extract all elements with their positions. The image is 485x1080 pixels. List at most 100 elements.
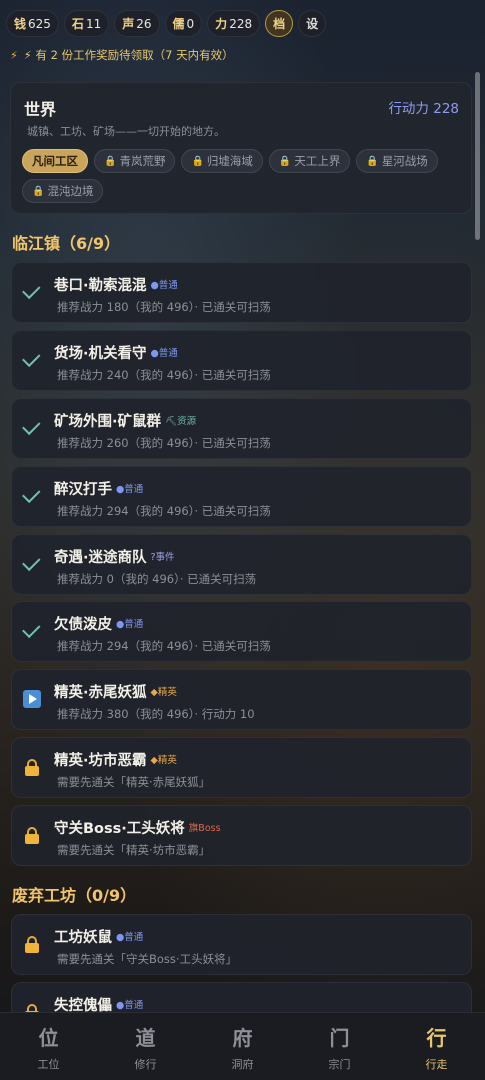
stage-name: 巷口·勒索混混: [54, 278, 147, 294]
stage-row[interactable]: 货场·机关看守 ●普通 推荐战力 240（我的 496）· 已通关可扫荡: [11, 330, 472, 391]
region-tab-qinglan[interactable]: 🔒 青岚荒野: [94, 149, 176, 173]
stage-info: 需要先通关「精英·赤尾妖狐」: [57, 775, 211, 789]
settings-button[interactable]: 设: [298, 10, 327, 37]
check-icon: [21, 484, 43, 508]
nav-sect[interactable]: 门 宗门: [291, 1013, 388, 1080]
stage-row[interactable]: 矿场外围·矿鼠群 ⛏资源 推荐战力 260（我的 496）· 已通关可扫荡: [11, 398, 472, 459]
nav-glyph: 行: [426, 1025, 447, 1050]
lock-icon: 🔒: [278, 155, 292, 167]
stage-row[interactable]: 巷口·勒索混混 ●普通 推荐战力 180（我的 496）· 已通关可扫荡: [11, 262, 472, 323]
resource-ru-key: 儒: [172, 17, 185, 31]
resource-fame-key: 声: [122, 17, 135, 31]
stage-name: 醉汉打手: [54, 482, 112, 498]
stage-badge: 旗Boss: [188, 823, 221, 834]
stage-row[interactable]: 醉汉打手 ●普通 推荐战力 294（我的 496）· 已通关可扫荡: [11, 466, 472, 527]
resource-power-key: 力: [215, 17, 228, 31]
nav-label: 行走: [425, 1057, 448, 1071]
stage-badge: ⛏资源: [165, 416, 197, 427]
resource-money-value: 625: [28, 16, 51, 31]
section-title: 废弃工坊（0/9）: [12, 886, 137, 905]
resource-power[interactable]: 力 228: [207, 10, 261, 37]
nav-glyph: 府: [232, 1025, 253, 1050]
check-icon: [21, 619, 43, 643]
resource-bar: 钱 625 石 11 声 26 儒0 力 228 档 设: [6, 10, 479, 38]
resource-ru[interactable]: 儒0: [164, 10, 203, 37]
region-tab-label: 归墟海域: [206, 154, 253, 168]
lock-icon: [21, 823, 43, 847]
stage-name: 守关Boss·工头妖将: [54, 821, 185, 837]
region-tabs: 凡间工区 🔒 青岚荒野 🔒 归墟海域 🔒 天工上界 🔒 星河战场 🔒 混沌边境: [22, 149, 451, 203]
bottom-nav: 位 工位 道 修行 府 洞府 门 宗门 行 行走: [0, 1012, 485, 1080]
stage-badge: ◆精英: [150, 755, 177, 766]
region-tab-xinghe[interactable]: 🔒 星河战场: [356, 149, 438, 173]
reward-notice[interactable]: ⚡ ⚡ 有 2 份工作奖励待领取（7 天内有效）: [10, 47, 234, 63]
stage-badge: ●普通: [150, 348, 178, 359]
stage-name: 欠债泼皮: [54, 617, 112, 633]
region-tab-mortal-work[interactable]: 凡间工区: [22, 149, 88, 173]
stage-info: 推荐战力 180（我的 496）· 已通关可扫荡: [57, 300, 271, 314]
resource-money[interactable]: 钱 625: [6, 10, 59, 37]
stage-badge: ●普通: [116, 484, 144, 495]
stage-row[interactable]: 精英·赤尾妖狐 ◆精英 推荐战力 380（我的 496）· 行动力 10: [11, 669, 472, 730]
region-tab-tiangong[interactable]: 🔒 天工上界: [268, 149, 351, 173]
archive-label: 档: [273, 17, 286, 31]
resource-fame[interactable]: 声 26: [114, 10, 160, 37]
lock-icon: 🔒: [104, 155, 117, 167]
stage-select-screen: 钱 625 石 11 声 26 儒0 力 228 档 设 ⚡ ⚡ 有 2 份工作奖励待领…: [0, 0, 485, 1080]
reward-notice-text: ⚡ 有 2 份工作奖励待领取（7 天内有效）: [23, 48, 234, 62]
stage-name: 精英·坊市恶霸: [54, 753, 147, 769]
nav-cultivation[interactable]: 道 修行: [97, 1013, 194, 1080]
stage-info: 推荐战力 294（我的 496）· 已通关可扫荡: [57, 504, 271, 518]
nav-glyph: 位: [38, 1025, 59, 1050]
region-tab-hundun[interactable]: 🔒 混沌边境: [22, 179, 104, 203]
stage-badge: ◆精英: [150, 687, 177, 698]
stage-name: 矿场外围·矿鼠群: [54, 414, 162, 430]
stage-info: 需要先通关「精英·坊市恶霸」: [57, 843, 211, 857]
resource-fame-value: 26: [136, 16, 152, 31]
nav-label: 洞府: [231, 1057, 254, 1071]
world-title: 世界: [24, 100, 57, 119]
lock-icon: 🔒: [366, 155, 379, 167]
nav-label: 修行: [134, 1057, 157, 1071]
resource-ru-value: 0: [186, 16, 195, 31]
world-card: 世界 行动力 228 城镇、工坊、矿场——一切开始的地方。 凡间工区 🔒 青岚荒野…: [10, 82, 472, 214]
world-description: 城镇、工坊、矿场——一切开始的地方。: [27, 125, 225, 138]
settings-label: 设: [306, 17, 319, 31]
stage-row[interactable]: 奇遇·迷途商队 ?事件 推荐战力 0（我的 496）· 已通关可扫荡: [11, 534, 472, 595]
nav-label: 宗门: [328, 1057, 351, 1071]
stage-info: 推荐战力 380（我的 496）· 行动力 10: [57, 707, 255, 721]
stage-info: 推荐战力 240（我的 496）· 已通关可扫荡: [57, 368, 271, 382]
resource-stone[interactable]: 石 11: [63, 10, 110, 37]
region-tab-label: 凡间工区: [32, 154, 78, 168]
stage-name: 工坊妖鼠: [54, 930, 112, 946]
check-icon: [21, 552, 43, 576]
nav-label: 工位: [37, 1057, 60, 1071]
stage-row[interactable]: 欠债泼皮 ●普通 推荐战力 294（我的 496）· 已通关可扫荡: [11, 601, 472, 662]
check-icon: [21, 280, 43, 304]
lock-icon: 🔒: [32, 185, 45, 197]
stage-row[interactable]: 精英·坊市恶霸 ◆精英 需要先通关「精英·赤尾妖狐」: [11, 737, 472, 798]
stage-badge: ●普通: [150, 280, 178, 291]
scrollbar[interactable]: [475, 72, 480, 240]
stage-row[interactable]: 工坊妖鼠 ●普通 需要先通关「守关Boss·工头妖将」: [11, 914, 472, 975]
region-tab-label: 混沌边境: [47, 184, 94, 198]
check-icon: [21, 348, 43, 372]
lock-icon: [21, 755, 43, 779]
region-tab-guixu[interactable]: 🔒 归墟海域: [181, 149, 263, 173]
lightning-icon: ⚡: [10, 48, 18, 62]
stage-name: 精英·赤尾妖狐: [54, 685, 147, 701]
archive-button[interactable]: 档: [265, 10, 294, 37]
play-icon: [21, 687, 43, 711]
nav-travel[interactable]: 行 行走: [388, 1013, 485, 1080]
region-tab-label: 天工上界: [294, 154, 341, 168]
resource-stone-key: 石: [71, 17, 84, 31]
resource-power-value: 228: [229, 16, 253, 31]
region-tab-label: 星河战场: [381, 154, 428, 168]
stage-row[interactable]: 守关Boss·工头妖将 旗Boss 需要先通关「精英·坊市恶霸」: [11, 805, 472, 866]
region-tab-label: 青岚荒野: [119, 154, 166, 168]
resource-stone-value: 11: [85, 16, 102, 31]
nav-workstation[interactable]: 位 工位: [0, 1013, 97, 1080]
nav-cave-dwelling[interactable]: 府 洞府: [194, 1013, 291, 1080]
check-icon: [21, 416, 43, 440]
stage-badge: ●普通: [116, 1000, 144, 1011]
